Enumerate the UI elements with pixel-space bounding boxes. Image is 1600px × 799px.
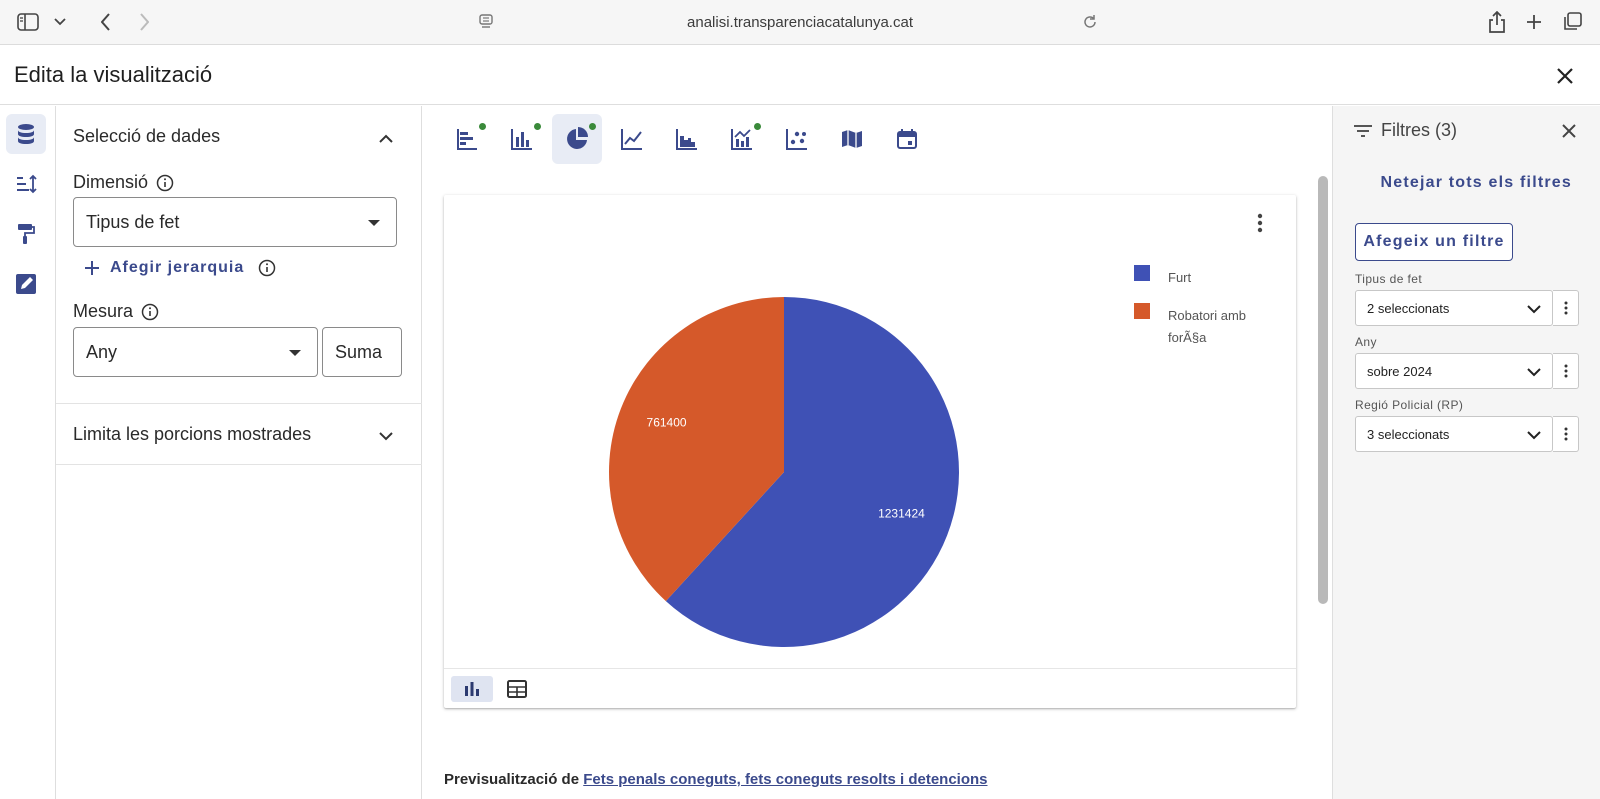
filter-select[interactable]: sobre 2024 <box>1355 353 1553 389</box>
clear-all-filters-button[interactable]: Netejar tots els filtres <box>1380 174 1572 192</box>
chevron-down-icon <box>1524 362 1544 382</box>
legend-swatch <box>1134 303 1150 319</box>
chart-view-button[interactable] <box>451 676 493 702</box>
data-selection-panel: Selecció de dades Dimensió Tipus de fet … <box>56 106 422 799</box>
browser-toolbar: analisi.transparenciacatalunya.cat <box>0 0 1600 45</box>
chart-card-footer <box>444 668 1296 708</box>
dimension-select[interactable]: Tipus de fet <box>73 197 397 247</box>
line-chart-icon[interactable] <box>607 114 657 164</box>
combo-chart-icon[interactable] <box>717 114 767 164</box>
filter-label: Regió Policial (RP) <box>1355 398 1464 412</box>
active-dot <box>479 123 486 130</box>
limit-slices-header[interactable]: Limita les porcions mostrades <box>56 404 422 464</box>
share-icon[interactable] <box>1483 8 1511 36</box>
active-dot <box>534 123 541 130</box>
close-icon[interactable] <box>1552 63 1578 89</box>
scatter-chart-icon[interactable] <box>772 114 822 164</box>
filter-select[interactable]: 2 seleccionats <box>1355 290 1553 326</box>
filter-label: Any <box>1355 335 1377 349</box>
edit-note-icon[interactable] <box>6 264 46 304</box>
more-vert-icon[interactable] <box>1553 353 1579 389</box>
info-icon[interactable] <box>141 303 159 321</box>
more-vert-icon[interactable] <box>1553 416 1579 452</box>
editor-rail <box>0 106 56 799</box>
tabs-icon[interactable] <box>1558 8 1586 36</box>
add-hierarchy-label: Afegir jerarquia <box>110 259 245 276</box>
more-vert-icon[interactable] <box>1553 290 1579 326</box>
active-dot <box>754 123 761 130</box>
filter-value: sobre 2024 <box>1367 364 1433 379</box>
divider <box>56 464 422 465</box>
data-selection-title: Selecció de dades <box>73 126 221 146</box>
filters-header: Filtres (3) <box>1353 120 1457 141</box>
preview-prefix: Previsualització de <box>444 771 580 788</box>
chevron-down-icon <box>1524 299 1544 319</box>
slice-value-label: 761400 <box>647 415 687 429</box>
chevron-down-icon[interactable] <box>46 8 74 36</box>
pie-chart: 1231424 761400 <box>609 297 960 647</box>
chart-editor: 1231424 761400 Furt Robatori amb forÃ§a Pr… <box>422 106 1332 799</box>
sort-icon[interactable] <box>6 164 46 204</box>
chevron-down-icon <box>1524 425 1544 445</box>
chart-card: 1231424 761400 Furt Robatori amb forÃ§a <box>444 195 1296 708</box>
filter-value: 3 seleccionats <box>1367 427 1450 442</box>
aggregation-select[interactable]: Suma <box>322 327 402 377</box>
forward-icon[interactable] <box>130 8 158 36</box>
measure-select[interactable]: Any <box>73 327 318 377</box>
table-icon <box>507 680 527 698</box>
dropdown-arrow-icon <box>289 350 301 356</box>
database-icon[interactable] <box>6 114 46 154</box>
data-selection-header[interactable]: Selecció de dades <box>56 106 422 166</box>
preview-line: Previsualització de Fets penals coneguts… <box>444 771 988 788</box>
scrollbar[interactable] <box>1318 176 1328 604</box>
map-icon[interactable] <box>827 114 877 164</box>
bar-chart-icon <box>465 682 479 696</box>
sidebar-icon[interactable] <box>14 8 42 36</box>
close-icon[interactable] <box>1556 118 1582 144</box>
dimension-label-row: Dimensió <box>73 172 174 193</box>
new-tab-icon[interactable] <box>1520 8 1548 36</box>
filter-label: Tipus de fet <box>1355 272 1423 286</box>
measure-value: Any <box>86 342 118 362</box>
calendar-icon[interactable] <box>882 114 932 164</box>
horizontal-bar-icon[interactable] <box>442 114 492 164</box>
paint-roller-icon[interactable] <box>6 214 46 254</box>
address-bar[interactable]: analisi.transparenciacatalunya.cat <box>472 5 1128 39</box>
limit-slices-title: Limita les porcions mostrades <box>73 424 312 444</box>
dialog-title: Edita la visualització <box>14 62 213 87</box>
info-icon[interactable] <box>258 259 276 277</box>
filter-value: 2 seleccionats <box>1367 301 1450 316</box>
chevron-up-icon[interactable] <box>374 126 398 150</box>
chevron-down-icon[interactable] <box>374 424 398 448</box>
dialog-header: Edita la visualització <box>0 45 1600 105</box>
dimension-value: Tipus de fet <box>86 212 180 232</box>
measure-label-row: Mesura <box>73 301 159 322</box>
dataset-link[interactable]: Fets penals coneguts, fets coneguts reso… <box>583 771 987 788</box>
add-hierarchy-button[interactable]: Afegir jerarquia <box>84 259 276 277</box>
active-dot <box>589 123 596 130</box>
filters-title: Filtres (3) <box>1381 120 1457 140</box>
slice-value-label: 1231424 <box>878 507 925 521</box>
url-text: analisi.transparenciacatalunya.cat <box>687 14 913 31</box>
filter-select[interactable]: 3 seleccionats <box>1355 416 1553 452</box>
pie-chart-icon[interactable] <box>552 114 602 164</box>
add-filter-button[interactable]: Afegeix un filtre <box>1355 223 1513 261</box>
legend-swatch <box>1134 265 1150 281</box>
measure-label: Mesura <box>73 301 134 321</box>
filter-icon <box>1354 124 1372 137</box>
reload-icon[interactable] <box>1076 8 1104 36</box>
back-icon[interactable] <box>92 8 120 36</box>
column-chart-icon[interactable] <box>497 114 547 164</box>
filters-panel: Filtres (3) Netejar tots els filtres Afe… <box>1332 106 1600 799</box>
aggregation-value: Suma <box>335 342 383 362</box>
info-icon[interactable] <box>156 174 174 192</box>
legend-label: Furt <box>1168 270 1192 285</box>
table-view-button[interactable] <box>496 676 538 702</box>
area-chart-icon[interactable] <box>662 114 712 164</box>
plus-icon <box>85 261 99 275</box>
legend-label: Robatori amb forÃ§a <box>1168 308 1247 345</box>
dropdown-arrow-icon <box>368 220 380 226</box>
dimension-label: Dimensió <box>73 172 149 192</box>
